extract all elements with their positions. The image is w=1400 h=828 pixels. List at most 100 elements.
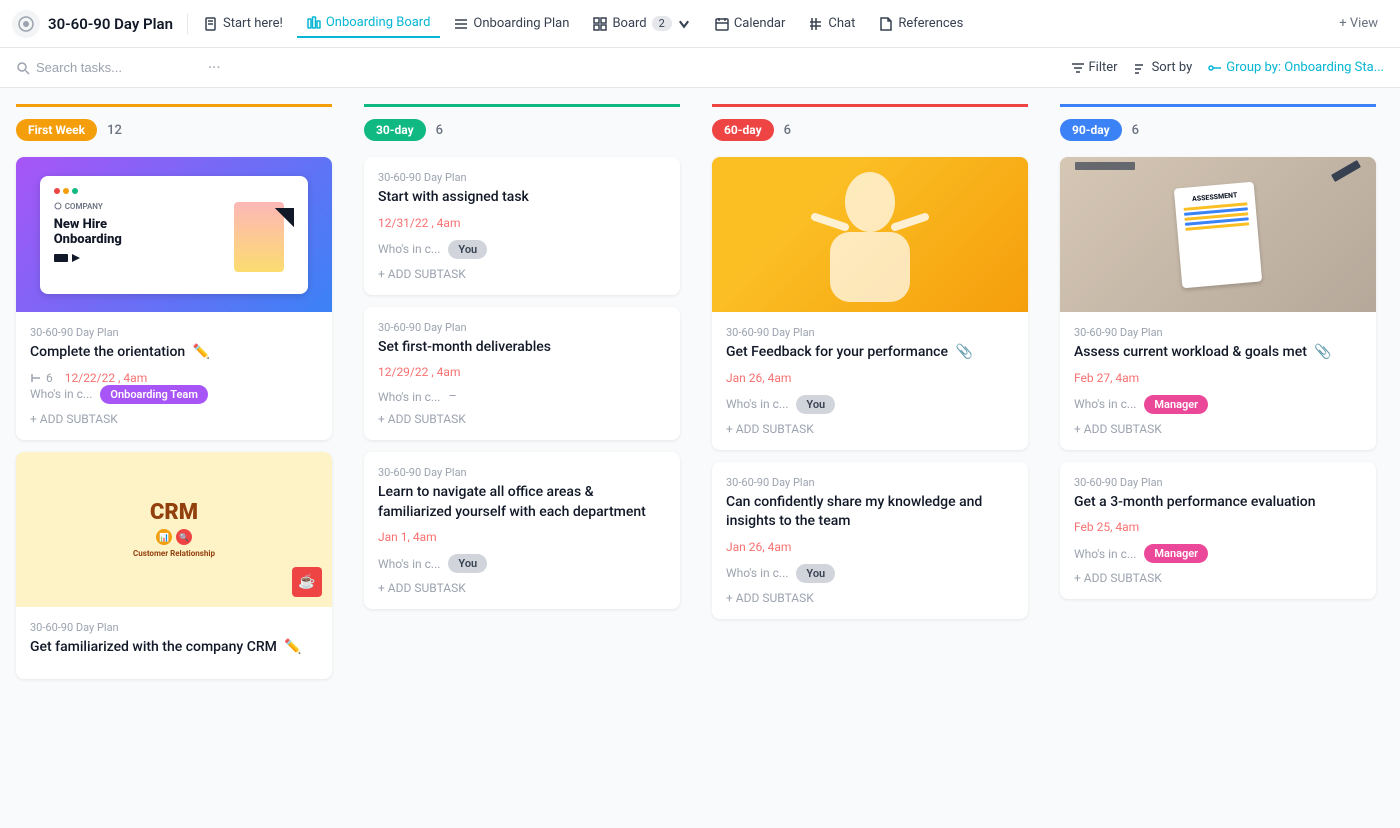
card-assess-workload[interactable]: ASSESSMENT 30-60-90 Day Plan Assess curr… xyxy=(1060,157,1376,450)
card-feedback[interactable]: 30-60-90 Day Plan Get Feedback for your … xyxy=(712,157,1028,450)
document-icon xyxy=(204,17,218,31)
col-header-60day: 60-day 6 xyxy=(712,119,1028,141)
col-count-first-week: 12 xyxy=(107,123,122,138)
nav-item-start-here[interactable]: Start here! xyxy=(194,10,293,37)
app-logo xyxy=(12,10,40,38)
col-header-90day: 90-day 6 xyxy=(1060,119,1376,141)
card-date-6: Jan 26, 4am xyxy=(726,371,1014,385)
board-icon xyxy=(307,16,321,30)
card-date-7: Jan 26, 4am xyxy=(726,540,1014,554)
card-deliverables[interactable]: 30-60-90 Day Plan Set first-month delive… xyxy=(364,307,680,441)
nav-item-board[interactable]: Board 2 xyxy=(583,10,700,37)
person-card-image xyxy=(712,157,1028,312)
add-subtask-6[interactable]: + ADD SUBTASK xyxy=(726,422,1014,436)
nav-item-references[interactable]: References xyxy=(869,10,973,37)
assignee-badge-4: – xyxy=(448,389,457,404)
board-badge: 2 xyxy=(652,16,672,31)
top-nav: 30-60-90 Day Plan Start here! Onboarding… xyxy=(0,0,1400,48)
nav-item-chat[interactable]: Chat xyxy=(799,10,865,37)
subtask-count-1: 6 12/22/22 , 4am xyxy=(30,371,318,385)
column-wrap-first-week: First Week 12 xyxy=(16,104,332,679)
card-meta-5: Who's in c... You xyxy=(378,554,666,573)
more-options-button[interactable]: ··· xyxy=(208,58,221,77)
search-icon xyxy=(16,61,30,75)
col-count-30day: 6 xyxy=(436,123,443,138)
nav-item-onboarding-plan[interactable]: Onboarding Plan xyxy=(444,10,579,37)
col-badge-first-week: First Week xyxy=(16,119,97,141)
card-date-5: Jan 1, 4am xyxy=(378,530,666,544)
card-title-6: Get Feedback for your performance 📎 xyxy=(726,343,1014,363)
card-body-4: 30-60-90 Day Plan Set first-month delive… xyxy=(364,307,680,441)
card-title-3: Start with assigned task xyxy=(378,188,666,208)
add-view-button[interactable]: + View xyxy=(1329,10,1388,37)
assessment-title-text: ASSESSMENT xyxy=(1182,190,1246,204)
search-wrap xyxy=(16,60,196,75)
filter-button[interactable]: Filter xyxy=(1071,60,1118,75)
card-body-8: 30-60-90 Day Plan Assess current workloa… xyxy=(1060,312,1376,450)
add-subtask-3[interactable]: + ADD SUBTASK xyxy=(378,267,666,281)
column-wrap-30day: 30-day 6 30-60-90 Day Plan Start with as… xyxy=(364,104,680,609)
nav-divider-1 xyxy=(187,14,188,34)
add-subtask-1[interactable]: + ADD SUBTASK xyxy=(30,412,318,426)
dot-green xyxy=(72,188,78,194)
card-body-9: 30-60-90 Day Plan Get a 3-month performa… xyxy=(1060,462,1376,600)
column-partial-emp: Emp xyxy=(1392,104,1400,828)
col-count-90day: 6 xyxy=(1132,123,1139,138)
add-subtask-9[interactable]: + ADD SUBTASK xyxy=(1074,571,1362,585)
card-title-2: Get familiarized with the company CRM ✏️ xyxy=(30,638,318,658)
col-header-first-week: First Week 12 xyxy=(16,119,332,141)
group-by-button[interactable]: Group by: Onboarding Sta... xyxy=(1208,60,1384,75)
column-30day: 30-day 6 30-60-90 Day Plan Start with as… xyxy=(348,104,696,828)
add-subtask-5[interactable]: + ADD SUBTASK xyxy=(378,581,666,595)
column-60day: 60-day 6 30-60-90 Day Plan xyxy=(696,104,1044,828)
play-icon xyxy=(72,254,80,262)
sort-label: Sort by xyxy=(1152,60,1193,75)
card-performance-eval[interactable]: 30-60-90 Day Plan Get a 3-month performa… xyxy=(1060,462,1376,600)
card-meta-9: Who's in c... Manager xyxy=(1074,544,1362,563)
card-body-5: 30-60-90 Day Plan Learn to navigate all … xyxy=(364,452,680,609)
add-subtask-8[interactable]: + ADD SUBTASK xyxy=(1074,422,1362,436)
assignee-badge-8: Manager xyxy=(1144,395,1208,414)
clip-icon-6: 📎 xyxy=(955,343,972,363)
card-body-3: 30-60-90 Day Plan Start with assigned ta… xyxy=(364,157,680,295)
crm-label: CRM xyxy=(133,500,215,525)
add-subtask-4[interactable]: + ADD SUBTASK xyxy=(378,412,666,426)
hash-icon xyxy=(809,17,823,31)
nav-item-calendar[interactable]: Calendar xyxy=(705,10,796,37)
card-plan-4: 30-60-90 Day Plan xyxy=(378,321,666,334)
whos-in-c-7: Who's in c... xyxy=(726,566,788,580)
sort-button[interactable]: Sort by xyxy=(1134,60,1193,75)
whos-in-c-3: Who's in c... xyxy=(378,242,440,256)
card-meta-1: Who's in c... Onboarding Team xyxy=(30,385,318,404)
add-subtask-7[interactable]: + ADD SUBTASK xyxy=(726,591,1014,605)
col-badge-90day: 90-day xyxy=(1060,119,1122,141)
whos-in-c-9: Who's in c... xyxy=(1074,547,1136,561)
onboarding-dots xyxy=(54,188,295,194)
company-label: COMPANY xyxy=(54,202,227,211)
card-body-1: 30-60-90 Day Plan Complete the orientati… xyxy=(16,312,332,440)
card-confidently-share[interactable]: 30-60-90 Day Plan Can confidently share … xyxy=(712,462,1028,619)
column-wrap-60day: 60-day 6 30-60-90 Day Plan xyxy=(712,104,1028,619)
card-plan-8: 30-60-90 Day Plan xyxy=(1074,326,1362,339)
assignee-badge-9: Manager xyxy=(1144,544,1208,563)
assignee-badge-5: You xyxy=(448,554,487,573)
card-crm[interactable]: CRM 📊 🔍 Customer Relationship ☕ 30-60-90… xyxy=(16,452,332,680)
whos-in-c-8: Who's in c... xyxy=(1074,397,1136,411)
card-body-6: 30-60-90 Day Plan Get Feedback for your … xyxy=(712,312,1028,450)
card-complete-orientation[interactable]: COMPANY New HireOnboarding xyxy=(16,157,332,440)
card-date-8: Feb 27, 4am xyxy=(1074,371,1362,385)
card-date-9: Feb 25, 4am xyxy=(1074,520,1362,534)
ruler-decoration xyxy=(1075,162,1135,170)
list-icon xyxy=(454,17,468,31)
card-navigate-office[interactable]: 30-60-90 Day Plan Learn to navigate all … xyxy=(364,452,680,609)
sort-icon xyxy=(1134,61,1148,75)
crm-inner: CRM 📊 🔍 Customer Relationship xyxy=(133,500,215,558)
person-image-area xyxy=(234,202,294,282)
col-header-30day: 30-day 6 xyxy=(364,119,680,141)
search-input[interactable] xyxy=(36,60,196,75)
card-start-assigned[interactable]: 30-60-90 Day Plan Start with assigned ta… xyxy=(364,157,680,295)
onboarding-card-image: COMPANY New HireOnboarding xyxy=(16,157,332,312)
nav-item-onboarding-board[interactable]: Onboarding Board xyxy=(297,9,441,38)
crm-card-image: CRM 📊 🔍 Customer Relationship ☕ xyxy=(16,452,332,607)
group-icon xyxy=(1208,61,1222,75)
